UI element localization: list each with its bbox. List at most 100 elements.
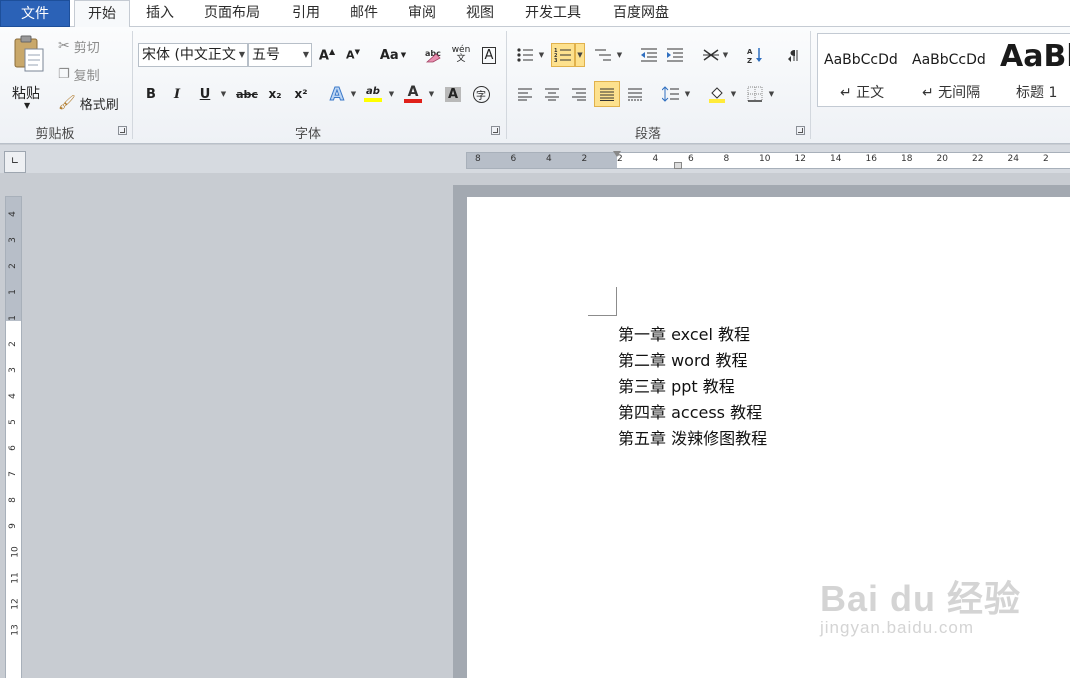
bold-button[interactable]: B xyxy=(140,83,162,105)
style-heading-1-name: 标题 1 xyxy=(1016,85,1058,101)
bullet-list-icon xyxy=(517,48,533,62)
format-painter-button[interactable]: 🖌 格式刷 xyxy=(58,92,119,114)
tab-baidu-netdisk[interactable]: 百度网盘 xyxy=(600,0,682,27)
font-color-button[interactable]: A xyxy=(402,83,424,105)
character-shading-button[interactable]: A xyxy=(442,83,464,105)
svg-text:3: 3 xyxy=(554,58,558,63)
document-line[interactable]: 第一章 excel 教程 xyxy=(618,321,750,345)
underline-button[interactable]: U xyxy=(194,83,216,105)
chevron-down-icon: ▼ xyxy=(400,51,407,59)
highlight-button[interactable]: ab xyxy=(362,83,384,105)
copy-icon: ❐ xyxy=(58,66,70,82)
sort-button[interactable]: AZ xyxy=(744,44,766,66)
font-color-dropdown[interactable]: ▼ xyxy=(428,83,435,105)
borders-button[interactable] xyxy=(744,83,766,105)
ruler-number: 8 xyxy=(475,154,481,164)
paste-dropdown-arrow[interactable]: ▼ xyxy=(24,101,30,110)
shading-dropdown[interactable]: ▼ xyxy=(730,83,737,105)
bullets-dropdown[interactable]: ▼ xyxy=(538,44,545,66)
ruler-number: 2 xyxy=(7,341,18,347)
clipboard-dialog-launcher[interactable] xyxy=(118,126,127,135)
chinese-layout-button[interactable] xyxy=(700,44,722,66)
paragraph-dialog-launcher[interactable] xyxy=(796,126,805,135)
strikethrough-icon: abc xyxy=(236,87,258,101)
multilevel-list-button[interactable] xyxy=(592,44,614,66)
tab-review[interactable]: 审阅 xyxy=(396,0,448,27)
align-right-icon xyxy=(572,88,586,101)
distributed-icon xyxy=(628,88,642,101)
sort-icon: AZ xyxy=(747,48,762,64)
text-effects-dropdown[interactable]: ▼ xyxy=(350,83,357,105)
align-left-button[interactable] xyxy=(514,83,536,105)
ruler-number: 4 xyxy=(546,154,552,164)
strikethrough-button[interactable]: abc xyxy=(234,83,260,105)
chinese-layout-dropdown[interactable]: ▼ xyxy=(722,44,729,66)
subscript-button[interactable]: x₂ xyxy=(264,83,286,105)
watermark-brand: Bai du 经验 xyxy=(820,578,1022,619)
line-spacing-dropdown[interactable]: ▼ xyxy=(684,83,691,105)
ruler-number: 6 xyxy=(7,445,18,451)
style-heading-1-preview: AaBb xyxy=(1000,39,1070,74)
tab-home[interactable]: 开始 xyxy=(74,0,130,28)
tab-references[interactable]: 引用 xyxy=(280,0,332,27)
style-normal[interactable]: AaBbCcDd ↵ 正文 xyxy=(818,34,906,106)
tab-mailings[interactable]: 邮件 xyxy=(338,0,390,27)
vertical-ruler[interactable]: 4 3 2 1 1 2 3 4 5 6 7 8 9 10 11 12 13 xyxy=(5,196,22,678)
font-size-combo[interactable]: 五号 ▼ xyxy=(248,43,312,67)
show-hide-marks-button[interactable] xyxy=(782,44,804,66)
cut-button[interactable]: ✂ 剪切 xyxy=(58,35,100,57)
tab-insert[interactable]: 插入 xyxy=(134,0,186,27)
first-line-indent-marker[interactable] xyxy=(613,151,621,157)
font-color-icon: A xyxy=(407,84,419,100)
copy-button[interactable]: ❐ 复制 xyxy=(58,63,100,85)
grow-font-button[interactable]: A▲ xyxy=(316,44,338,66)
group-divider xyxy=(506,31,507,139)
superscript-button[interactable]: x² xyxy=(290,83,312,105)
paintbrush-icon: 🖌 xyxy=(58,95,76,111)
tab-developer[interactable]: 开发工具 xyxy=(512,0,594,27)
phonetic-guide-button[interactable]: wén 文 xyxy=(450,44,472,66)
tab-view[interactable]: 视图 xyxy=(454,0,506,27)
text-effects-button[interactable]: A xyxy=(326,83,348,105)
highlight-dropdown[interactable]: ▼ xyxy=(388,83,395,105)
paste-button[interactable]: 粘贴 ▼ xyxy=(6,33,50,113)
character-border-button[interactable]: A xyxy=(478,44,500,66)
document-line[interactable]: 第四章 access 教程 xyxy=(618,399,762,423)
decrease-indent-button[interactable] xyxy=(638,44,660,66)
underline-dropdown[interactable]: ▼ xyxy=(220,83,227,105)
clear-format-button[interactable]: abc xyxy=(422,44,444,66)
document-line[interactable]: 第三章 ppt 教程 xyxy=(618,373,735,397)
style-heading-1[interactable]: AaBb 标题 1 xyxy=(996,34,1070,106)
bullets-button[interactable] xyxy=(514,44,536,66)
increase-indent-button[interactable] xyxy=(664,44,686,66)
borders-dropdown[interactable]: ▼ xyxy=(768,83,775,105)
horizontal-ruler[interactable]: 8 6 4 2 2 4 6 8 10 12 14 16 18 20 22 24 2 xyxy=(466,151,1070,169)
change-case-label: Aa xyxy=(379,47,399,63)
ruler-number: 8 xyxy=(723,154,730,164)
tab-file[interactable]: 文件 xyxy=(0,0,70,27)
italic-button[interactable]: I xyxy=(166,83,188,105)
tab-selector-button[interactable]: ∟ xyxy=(4,151,26,173)
distributed-button[interactable] xyxy=(624,83,646,105)
multilevel-list-dropdown[interactable]: ▼ xyxy=(616,44,623,66)
ruler-number: 8 xyxy=(7,497,18,503)
font-dialog-launcher[interactable] xyxy=(491,126,500,135)
align-right-button[interactable] xyxy=(568,83,590,105)
style-no-spacing[interactable]: AaBbCcDd ↵ 无间隔 xyxy=(906,34,996,106)
document-line[interactable]: 第二章 word 教程 xyxy=(618,347,748,371)
line-spacing-button[interactable] xyxy=(660,83,682,105)
enclose-characters-button[interactable]: 字 xyxy=(470,83,492,105)
underline-icon: U xyxy=(199,86,211,102)
justify-button[interactable] xyxy=(594,81,620,107)
document-line[interactable]: 第五章 泼辣修图教程 xyxy=(618,425,767,449)
font-name-combo[interactable]: 宋体 (中文正文 ▼ xyxy=(138,43,248,67)
ruler-number: 2 xyxy=(7,263,18,269)
change-case-button[interactable]: Aa ▼ xyxy=(378,44,408,66)
numbering-dropdown[interactable]: ▼ xyxy=(575,43,585,67)
shrink-font-button[interactable]: A▼ xyxy=(342,44,364,66)
numbering-button[interactable]: 123 xyxy=(551,43,575,67)
align-center-button[interactable] xyxy=(541,83,563,105)
shading-button[interactable] xyxy=(706,83,728,105)
hanging-indent-marker[interactable] xyxy=(674,162,682,169)
tab-page-layout[interactable]: 页面布局 xyxy=(192,0,272,27)
